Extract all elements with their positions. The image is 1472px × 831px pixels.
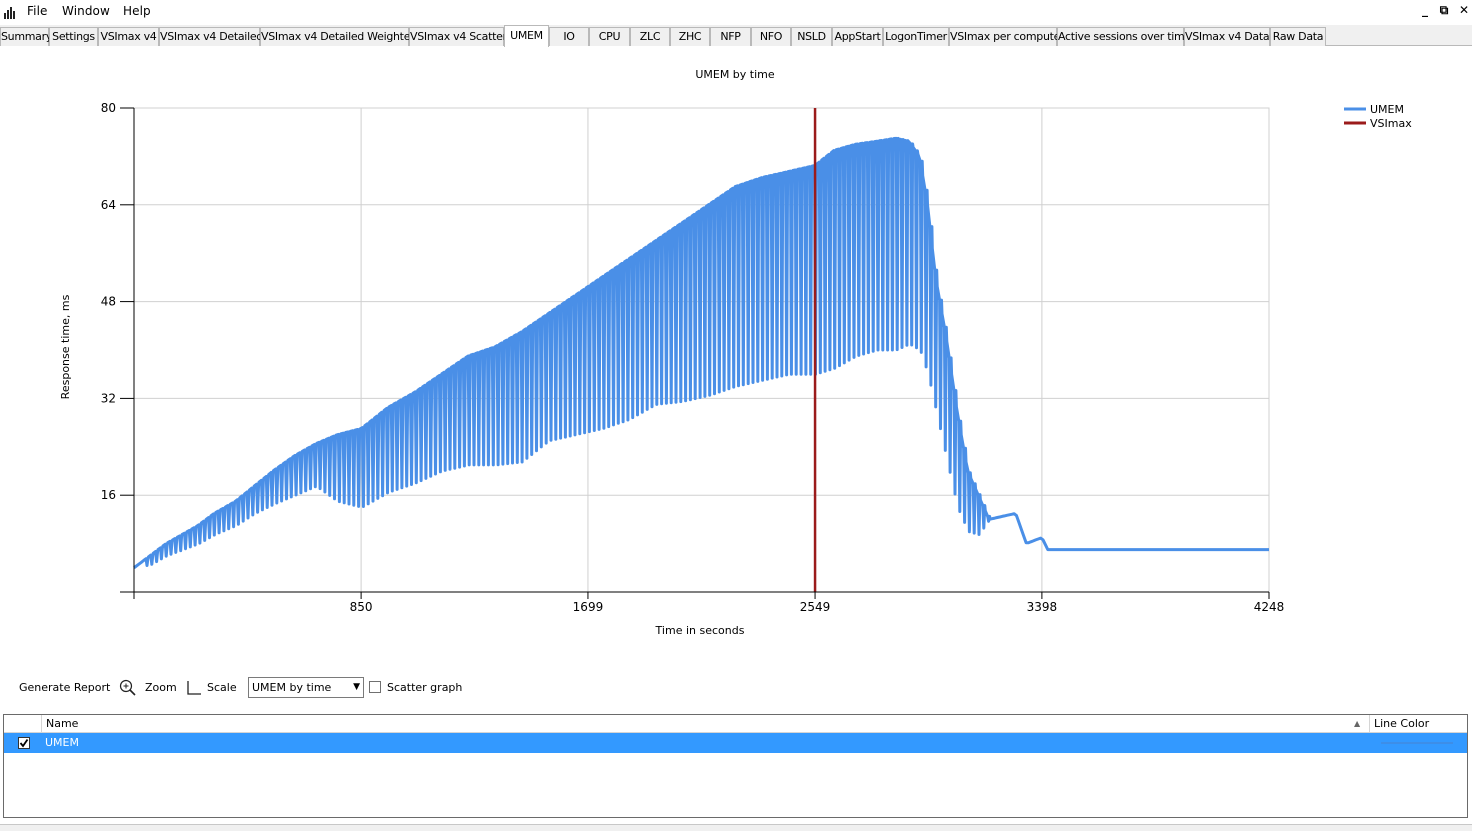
chart-title: UMEM by time <box>695 68 775 81</box>
chart-type-select-value: UMEM by time <box>252 681 332 694</box>
line-color-swatch[interactable] <box>1381 742 1453 744</box>
tab-vsimax-v4-detailed-weighted[interactable]: VSImax v4 Detailed Weighted <box>260 27 417 46</box>
table-row[interactable]: UMEM <box>4 733 1467 753</box>
sort-arrow-icon: ▲ <box>1354 719 1361 728</box>
tab-strip: Summary Settings VSImax v4 VSImax v4 Det… <box>0 25 1472 47</box>
menu-window[interactable]: Window <box>62 4 110 18</box>
grid-header-select <box>4 715 42 732</box>
grid-header-name[interactable]: Name <box>42 715 1370 732</box>
umem-chart: UMEM by time Time in seconds Response ti… <box>59 68 1412 637</box>
x-tick-label: 2549 <box>800 600 831 614</box>
tab-vsimax-v4-scatter[interactable]: VSImax v4 Scatter <box>409 27 507 46</box>
tab-vsimax-v4-detailed[interactable]: VSImax v4 Detailed <box>159 27 263 46</box>
restore-button[interactable]: ⧉ <box>1436 3 1452 18</box>
scatter-graph-checkbox[interactable] <box>369 680 381 693</box>
tab-active-sessions[interactable]: Active sessions over time <box>1057 27 1191 46</box>
menu-help[interactable]: Help <box>123 4 151 18</box>
y-tick-label: 48 <box>101 295 116 309</box>
scale-button[interactable]: Scale <box>207 681 237 694</box>
scale-icon[interactable] <box>186 680 202 696</box>
tab-raw-data[interactable]: Raw Data <box>1270 27 1326 46</box>
tab-umem[interactable]: UMEM <box>504 25 549 47</box>
tab-zhc[interactable]: ZHC <box>670 27 710 46</box>
generate-report-button[interactable]: Generate Report <box>19 681 110 694</box>
y-tick-label: 80 <box>101 101 116 115</box>
x-tick-label: 1699 <box>573 600 604 614</box>
legend-label: UMEM <box>1370 103 1404 116</box>
tab-vsimax-v4[interactable]: VSImax v4 <box>98 27 159 46</box>
menu-bar: File Window Help _ ⧉ ✕ <box>0 0 1472 24</box>
umem-series-line <box>133 136 1269 569</box>
tab-nfp[interactable]: NFP <box>710 27 751 46</box>
tab-io[interactable]: IO <box>549 27 589 46</box>
grid-header-line-color[interactable]: Line Color <box>1370 715 1467 732</box>
chart-area: UMEM by time Time in seconds Response ti… <box>0 47 1472 652</box>
legend-label: VSImax <box>1370 117 1412 130</box>
tab-vsimax-per-computer[interactable]: VSImax per computer <box>949 27 1065 46</box>
row-name: UMEM <box>45 736 79 749</box>
tab-vsimax-v4-data[interactable]: VSImax v4 Data <box>1184 27 1270 46</box>
status-bar <box>0 824 1472 831</box>
y-tick-label: 16 <box>101 488 116 502</box>
close-button[interactable]: ✕ <box>1456 3 1472 17</box>
tab-appstart[interactable]: AppStart <box>832 27 883 46</box>
app-icon <box>4 7 15 19</box>
y-axis-label: Response time, ms <box>59 294 72 399</box>
x-tick-label: 4248 <box>1254 600 1285 614</box>
tab-nsld[interactable]: NSLD <box>791 27 832 46</box>
tab-settings[interactable]: Settings <box>49 27 98 46</box>
chart-toolbar: Generate Report Zoom Scale UMEM by time … <box>0 674 1472 702</box>
scatter-graph-label: Scatter graph <box>387 681 463 694</box>
tab-nfo[interactable]: NFO <box>751 27 791 46</box>
minimize-button[interactable]: _ <box>1417 3 1433 17</box>
x-tick-label: 850 <box>350 600 373 614</box>
x-tick-label: 3398 <box>1027 600 1058 614</box>
series-grid: Name ▲ Line Color UMEM <box>3 714 1468 818</box>
checkmark-icon <box>19 738 29 748</box>
y-tick-label: 32 <box>101 391 116 405</box>
chevron-down-icon: ▼ <box>353 682 360 692</box>
y-tick-label: 64 <box>101 198 116 212</box>
chart-type-select[interactable]: UMEM by time ▼ <box>248 677 364 698</box>
grid-header: Name ▲ Line Color <box>4 715 1467 733</box>
tab-logontimer[interactable]: LogonTimer <box>883 27 949 46</box>
zoom-button[interactable]: Zoom <box>145 681 177 694</box>
tab-cpu[interactable]: CPU <box>589 27 630 46</box>
row-checkbox[interactable] <box>18 737 30 749</box>
tab-zlc[interactable]: ZLC <box>630 27 670 46</box>
zoom-icon[interactable] <box>119 679 136 696</box>
x-axis-label: Time in seconds <box>655 624 745 637</box>
menu-file[interactable]: File <box>27 4 47 18</box>
tab-summary[interactable]: Summary <box>0 27 52 46</box>
